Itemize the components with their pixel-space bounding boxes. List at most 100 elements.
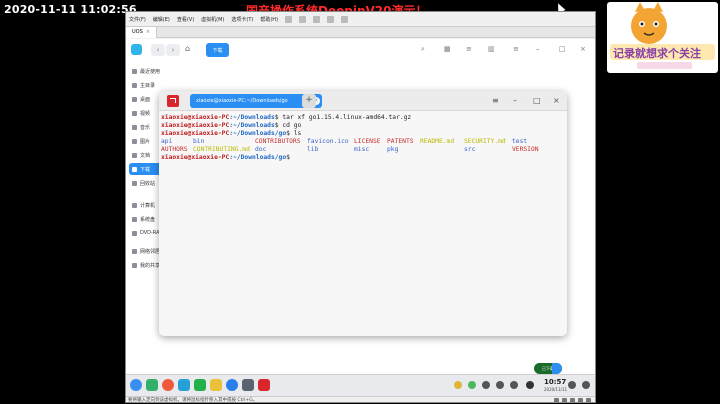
home-icon [132,82,137,88]
usb-icon[interactable] [578,398,583,402]
sidebar-item-downloads[interactable]: 下载 [129,163,163,175]
screen-recording: 2020-11-11 11:02:56 国产操作系统DeepinV20演示！ 记… [0,0,720,404]
clock-icon [526,381,534,389]
trash-tray-icon[interactable] [568,381,576,389]
video-icon [132,110,137,116]
clock-date: 2020/11/11 [544,387,568,392]
terminal-line: xiaoxie@xiaoxie-PC:~/Downloads$ cd go [161,122,565,130]
revert-icon[interactable] [327,15,335,23]
search-icon[interactable]: ⌕ [421,45,425,54]
volume-icon[interactable] [496,381,504,389]
sidebar-item-label: 网络邻居 [140,248,161,255]
ls-entry: README.md [420,138,455,145]
command-text: $ cd go [274,122,302,129]
menu-edit[interactable]: 编辑(E) [153,16,170,23]
ls-entry: bin [193,138,205,145]
vm-tab-uos[interactable]: UOS × [126,26,157,38]
snapshot-icon[interactable] [313,15,321,23]
menu-icon[interactable]: ≡ [492,96,499,106]
ls-entry: SECURITY.md [464,138,506,145]
minimize-icon[interactable]: – [513,96,517,106]
minimize-icon[interactable]: – [536,45,540,53]
file-manager-icon[interactable] [178,379,190,391]
launcher-icon[interactable] [130,379,142,391]
menu-help[interactable]: 帮助(H) [260,16,278,23]
back-button[interactable]: ‹ [151,44,165,56]
store-icon[interactable] [226,379,238,391]
document-icon [132,152,137,158]
prompt-user: xiaoxie@xiaoxie-PC [161,122,230,129]
sidebar-item-recent[interactable]: 最近使用 [126,65,164,77]
sidebar-item-label: 图片 [140,138,151,145]
new-tab-button[interactable]: + [302,94,316,108]
close-icon[interactable]: × [146,29,150,35]
sidebar-item-label: 系统盘 [140,216,156,223]
menu-file[interactable]: 文件(F) [129,16,146,23]
ls-entry: pkg [387,146,399,153]
menu-tabs[interactable]: 选项卡(T) [231,16,253,23]
close-icon[interactable]: × [580,45,586,53]
vm-tabbar: UOS × [126,26,595,38]
info-icon[interactable]: ▥ [488,45,495,53]
cd-icon[interactable] [562,398,567,402]
ls-entry: CONTRIBUTORS [255,138,301,145]
ls-entry: doc [255,146,267,153]
computer-icon [132,202,137,208]
sidebar-item-label: 计算机 [140,202,156,209]
menu-view[interactable]: 查看(V) [177,16,194,23]
terminal-tab-title: xiaoxie@xiaoxie-PC:~/Downloads/go [196,98,288,104]
battery-icon[interactable] [468,381,476,389]
keyboard-icon[interactable] [482,381,490,389]
clock-time[interactable]: 10:57 [544,378,566,386]
ls-entry: lib [307,146,319,153]
maximize-icon[interactable]: □ [533,96,541,106]
ls-entry: api [161,138,173,145]
network-tray-icon[interactable] [510,381,518,389]
prompt-path: :~/Downloads [229,122,275,129]
terminal-line: xiaoxie@xiaoxie-PC:~/Downloads/go$ [161,154,565,162]
ls-entry: favicon.ico [307,138,349,145]
notes-icon[interactable] [210,379,222,391]
network-adapter-icon[interactable] [570,398,575,402]
music-icon [132,124,137,130]
ls-entry: test [512,138,528,145]
multitask-icon[interactable] [146,379,158,391]
menu-icon[interactable]: ≡ [513,45,519,53]
sidebar-item-home[interactable]: 主目录 [126,79,164,91]
forward-button[interactable]: › [166,44,180,56]
maximize-icon[interactable]: □ [559,45,566,53]
breadcrumb-downloads[interactable]: 下载 [206,43,229,57]
fullscreen-icon[interactable] [341,15,349,23]
list-view-icon[interactable]: ≡ [466,45,472,53]
terminal-window[interactable]: xiaoxie@xiaoxie-PC:~/Downloads/go × + ≡ … [159,91,567,336]
sidebar-item-label: 桌面 [140,96,151,103]
picture-icon [132,138,137,144]
notification-icon[interactable] [582,381,590,389]
trash-icon [132,180,137,186]
video-timestamp: 2020-11-11 11:02:56 [4,3,137,16]
power-icon[interactable] [299,15,307,23]
power-mode-icon[interactable] [454,381,462,389]
menu-vm[interactable]: 虚拟机(M) [201,16,224,23]
dock: 10:57 2020/11/11 [126,374,595,396]
share-icon [132,262,137,268]
vm-status-bar: 要将输入定向到该虚拟机，请将鼠标指针移入其中或按 Ctrl+G。 [126,396,595,402]
sidebar-item-label: DVD-RA [140,230,160,236]
ls-entry: src [464,146,476,153]
icon-view-icon[interactable]: ▦ [444,45,451,53]
browser-icon[interactable] [162,379,174,391]
ls-entry: PATENTS [387,138,414,145]
ls-output-row: api bin CONTRIBUTORS favicon.ico LICENSE… [161,138,565,146]
music-app-icon[interactable] [194,379,206,391]
home-icon[interactable]: ⌂ [185,44,190,53]
settings-icon[interactable] [242,379,254,391]
close-icon[interactable]: × [553,96,560,106]
terminal-output[interactable]: xiaoxie@xiaoxie-PC:~/Downloads$ tar xf g… [161,114,565,162]
pause-icon[interactable] [285,15,293,23]
sound-icon[interactable] [586,398,591,402]
disk-icon [132,216,137,222]
ls-entry: LICENSE [354,138,381,145]
hdd-icon[interactable] [554,398,559,402]
terminal-icon[interactable] [258,379,270,391]
prompt-path: :~/Downloads [229,114,275,121]
